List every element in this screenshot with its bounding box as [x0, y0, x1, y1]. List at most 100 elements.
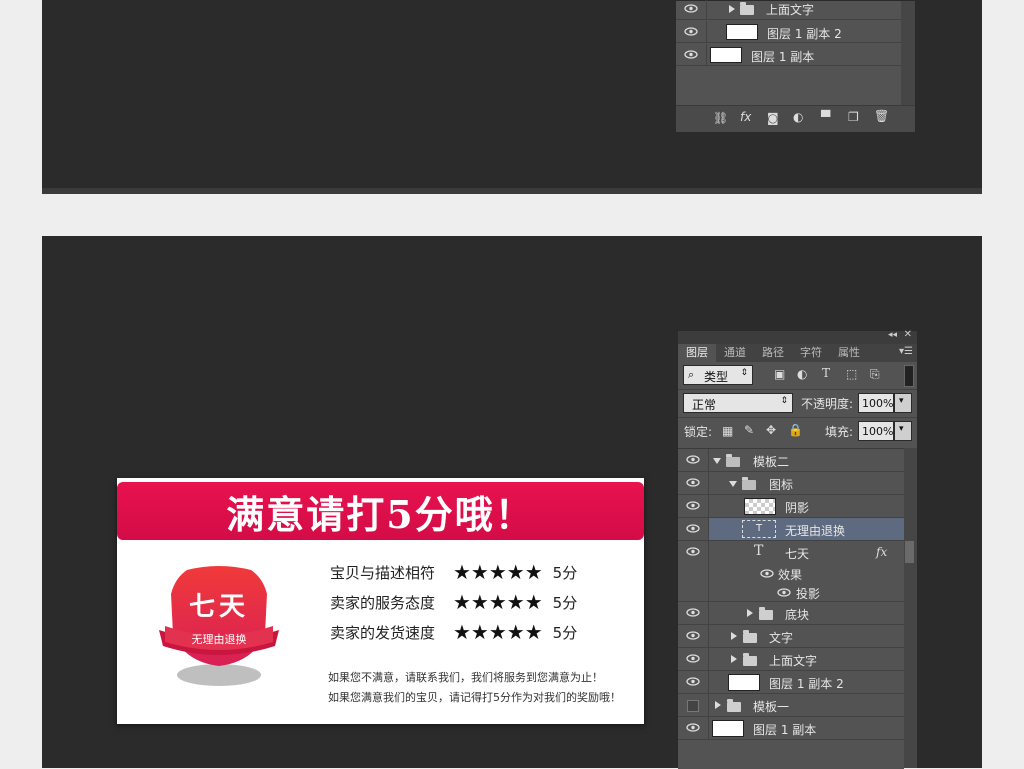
eye-icon[interactable]: [686, 455, 700, 464]
rating-banner: 满意请打5分哦！ 七天 无理由退换 宝贝与描述相符 ★★★★★ 5分 卖家的服务…: [117, 478, 644, 724]
eye-icon[interactable]: [760, 569, 774, 578]
star-rating: ★★★★★: [453, 560, 543, 584]
shape-filter-icon[interactable]: ⬚: [846, 367, 857, 381]
seven-day-badge: 七天 无理由退换: [157, 564, 281, 694]
eye-icon[interactable]: [686, 608, 700, 617]
tab-channels[interactable]: 通道: [716, 344, 754, 362]
expand-arrow-icon[interactable]: [731, 632, 737, 640]
text-filter-icon[interactable]: T: [822, 366, 830, 380]
effects-row[interactable]: 效果: [678, 564, 904, 583]
scrollbar[interactable]: [901, 1, 915, 105]
eye-icon[interactable]: [686, 478, 700, 487]
layer-row-selected[interactable]: T 无理由退换: [678, 518, 904, 541]
folder-icon[interactable]: ▀: [821, 110, 830, 124]
image-filter-icon[interactable]: ▣: [774, 367, 785, 381]
folder-open-icon: [726, 454, 740, 467]
layer-row[interactable]: 图层 1 副本: [678, 717, 904, 740]
rating-score: 5分: [552, 623, 578, 642]
layers-list: 模板二 图标 阴影 T 无理由退换 T 七天 fx 效果 投影 底块 文字 上面…: [678, 448, 904, 769]
effects-label: 效果: [778, 568, 803, 582]
adjustment-icon[interactable]: ◐: [793, 110, 803, 124]
effect-item-row[interactable]: 投影: [678, 583, 904, 602]
expand-arrow-icon[interactable]: [729, 5, 735, 13]
collapse-arrow-icon[interactable]: [729, 481, 737, 487]
expand-arrow-icon[interactable]: [731, 655, 737, 663]
blend-mode-select[interactable]: 正常 ⇕: [683, 393, 793, 413]
note-text: 如果您不满意，请联系我们，我们将服务到您满意为止！: [328, 671, 603, 684]
opacity-dropdown[interactable]: ▾: [894, 393, 912, 413]
eye-icon[interactable]: [686, 723, 700, 732]
layer-row[interactable]: 模板二: [678, 449, 904, 472]
transparent-thumbnail: [744, 498, 776, 515]
layer-row[interactable]: 文字: [678, 625, 904, 648]
layer-row[interactable]: 模板一: [678, 694, 904, 717]
collapse-icon[interactable]: ◂◂: [888, 330, 897, 340]
eye-icon[interactable]: [686, 501, 700, 510]
fill-input[interactable]: 100%: [858, 421, 894, 441]
layer-row[interactable]: 上面文字: [678, 648, 904, 671]
layer-thumbnail: [726, 24, 758, 40]
folder-open-icon: [742, 477, 756, 490]
eye-icon[interactable]: [686, 631, 700, 640]
close-icon[interactable]: ✕: [904, 329, 912, 340]
mask-icon[interactable]: ◙: [767, 111, 779, 125]
expand-arrow-icon[interactable]: [715, 701, 721, 709]
star-rating: ★★★★★: [453, 590, 543, 614]
layer-row[interactable]: 图层 1 副本: [676, 44, 902, 66]
expand-arrow-icon[interactable]: [747, 609, 753, 617]
visibility-off-box[interactable]: [687, 700, 699, 712]
layer-row[interactable]: 上面文字: [676, 0, 902, 20]
fx-badge-icon[interactable]: fx: [876, 545, 887, 559]
eye-icon[interactable]: [686, 654, 700, 663]
banner-header: 满意请打5分哦！: [117, 482, 644, 540]
layer-row[interactable]: 图层 1 副本 2: [676, 21, 902, 43]
eye-icon[interactable]: [777, 588, 791, 597]
filter-toggle[interactable]: [904, 365, 914, 387]
eye-icon[interactable]: [686, 524, 700, 533]
warp-text-icon: T: [742, 520, 776, 538]
layer-name: 文字: [769, 631, 794, 645]
trash-icon[interactable]: 🗑: [874, 109, 889, 123]
badge-title: 七天: [188, 592, 249, 622]
lock-move-icon[interactable]: ✥: [766, 423, 776, 437]
filter-select[interactable]: ⌕ 类型 ⇕: [683, 365, 753, 385]
fill-dropdown[interactable]: ▾: [894, 421, 912, 441]
eye-icon[interactable]: [686, 547, 700, 556]
scrollbar-thumb[interactable]: [905, 541, 914, 563]
rating-row: 卖家的服务态度 ★★★★★ 5分: [330, 590, 577, 614]
tab-layers[interactable]: 图层: [678, 344, 716, 362]
stepper-icon: ⇕: [740, 368, 748, 378]
canvas-bottom-strip: [42, 188, 982, 194]
panel-menu-icon[interactable]: ▾☰: [899, 346, 913, 357]
filter-label: 类型: [704, 370, 729, 384]
adjustment-filter-icon[interactable]: ◐: [797, 367, 807, 381]
lock-brush-icon[interactable]: ✎: [744, 423, 754, 437]
tab-paths[interactable]: 路径: [754, 344, 792, 362]
fill-label: 填充:: [825, 425, 854, 439]
lock-transparency-icon[interactable]: ▦: [722, 424, 733, 438]
collapse-arrow-icon[interactable]: [713, 458, 721, 464]
layer-row[interactable]: 阴影: [678, 495, 904, 518]
panel-footer: ⛓ fx ◙ ◐ ▀ ❐ 🗑: [676, 105, 915, 132]
layer-name: 底块: [785, 608, 810, 622]
eye-icon[interactable]: [684, 4, 698, 13]
tab-properties[interactable]: 属性: [830, 344, 868, 362]
tab-character[interactable]: 字符: [792, 344, 830, 362]
link-icon[interactable]: ⛓: [713, 111, 728, 125]
opacity-input[interactable]: 100%: [858, 393, 894, 413]
layer-row[interactable]: 图层 1 副本 2: [678, 671, 904, 694]
fx-icon[interactable]: fx: [740, 110, 751, 124]
layer-row[interactable]: 图标: [678, 472, 904, 495]
layer-row[interactable]: 底块: [678, 602, 904, 625]
layers-panel: ◂◂ ✕ 图层 通道 路径 字符 属性 ▾☰ ⌕ 类型 ⇕ ▣ ◐ T ⬚ ⎘ …: [677, 329, 918, 769]
scrollbar[interactable]: [904, 448, 917, 768]
new-layer-icon[interactable]: ❐: [848, 110, 859, 124]
layer-row[interactable]: T 七天 fx: [678, 541, 904, 564]
lock-all-icon[interactable]: 🔒: [788, 423, 803, 437]
eye-icon[interactable]: [686, 677, 700, 686]
eye-icon[interactable]: [684, 50, 698, 59]
rating-score: 5分: [552, 593, 578, 612]
eye-icon[interactable]: [684, 27, 698, 36]
chevron-down-icon: ▾: [899, 396, 904, 406]
smart-object-filter-icon[interactable]: ⎘: [870, 367, 880, 382]
